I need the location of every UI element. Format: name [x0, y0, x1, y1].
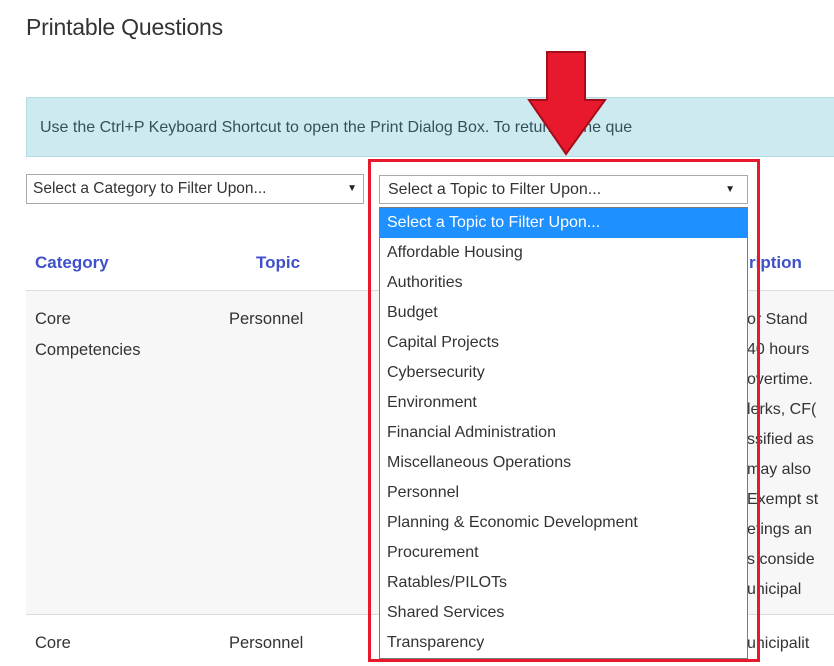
- description-line: ssified as: [747, 431, 814, 448]
- topic-dropdown-list[interactable]: Select a Topic to Filter Upon... Afforda…: [379, 207, 748, 659]
- row-2-topic: Personnel: [229, 634, 304, 652]
- description-line: may also: [747, 461, 812, 478]
- row-1-category-line-2: Competencies: [35, 341, 141, 359]
- description-line: overtime.: [747, 371, 813, 388]
- page-title: Printable Questions: [26, 14, 223, 40]
- topic-option-transparency[interactable]: Transparency: [380, 628, 747, 658]
- description-line: 40 hours: [747, 341, 810, 358]
- description-line: lerks, CF(: [747, 401, 817, 418]
- topic-option-shared-services[interactable]: Shared Services: [380, 598, 747, 628]
- topic-filter-select[interactable]: Select a Topic to Filter Upon... ▼: [379, 175, 748, 204]
- topic-option-planning-economic-development[interactable]: Planning & Economic Development: [380, 508, 747, 538]
- row-2-description: unicipalit: [747, 629, 834, 659]
- column-header-category[interactable]: Category: [35, 253, 109, 273]
- topic-option-authorities[interactable]: Authorities: [380, 268, 747, 298]
- topic-filter-value: Select a Topic to Filter Upon...: [388, 181, 602, 198]
- topic-option-procurement[interactable]: Procurement: [380, 538, 747, 568]
- topic-option-budget[interactable]: Budget: [380, 298, 747, 328]
- description-line: or Stand: [747, 311, 808, 328]
- print-info-banner: Use the Ctrl+P Keyboard Shortcut to open…: [26, 97, 834, 157]
- topic-option-cybersecurity[interactable]: Cybersecurity: [380, 358, 747, 388]
- row-2-category: Core: [35, 634, 71, 652]
- description-line: s conside: [747, 551, 815, 568]
- row-1-category-line-1: Core: [35, 310, 71, 328]
- topic-option-affordable-housing[interactable]: Affordable Housing: [380, 238, 747, 268]
- chevron-down-icon: ▼: [347, 183, 357, 194]
- topic-option-financial-administration[interactable]: Financial Administration: [380, 418, 747, 448]
- category-filter-value: Select a Category to Filter Upon...: [33, 180, 267, 197]
- topic-option-personnel[interactable]: Personnel: [380, 478, 747, 508]
- description-line: unicipalit: [747, 635, 810, 652]
- topic-option-ratables-pilots[interactable]: Ratables/PILOTs: [380, 568, 747, 598]
- description-line: Exempt st: [747, 491, 819, 508]
- chevron-down-icon: ▼: [725, 184, 735, 195]
- topic-option-capital-projects[interactable]: Capital Projects: [380, 328, 747, 358]
- row-1-topic: Personnel: [229, 310, 304, 328]
- row-1-description: or Stand 40 hours overtime. lerks, CF( s…: [747, 305, 834, 605]
- category-filter-select[interactable]: Select a Category to Filter Upon... ▼: [26, 174, 364, 204]
- description-line: etings an: [747, 521, 812, 538]
- topic-option-miscellaneous-operations[interactable]: Miscellaneous Operations: [380, 448, 747, 478]
- topic-option-environment[interactable]: Environment: [380, 388, 747, 418]
- description-line: unicipal: [747, 581, 802, 598]
- column-header-topic[interactable]: Topic: [256, 253, 300, 273]
- topic-option-placeholder[interactable]: Select a Topic to Filter Upon...: [380, 208, 747, 238]
- column-header-description[interactable]: ription: [749, 253, 802, 273]
- row-1-category: Core Competencies: [35, 304, 140, 366]
